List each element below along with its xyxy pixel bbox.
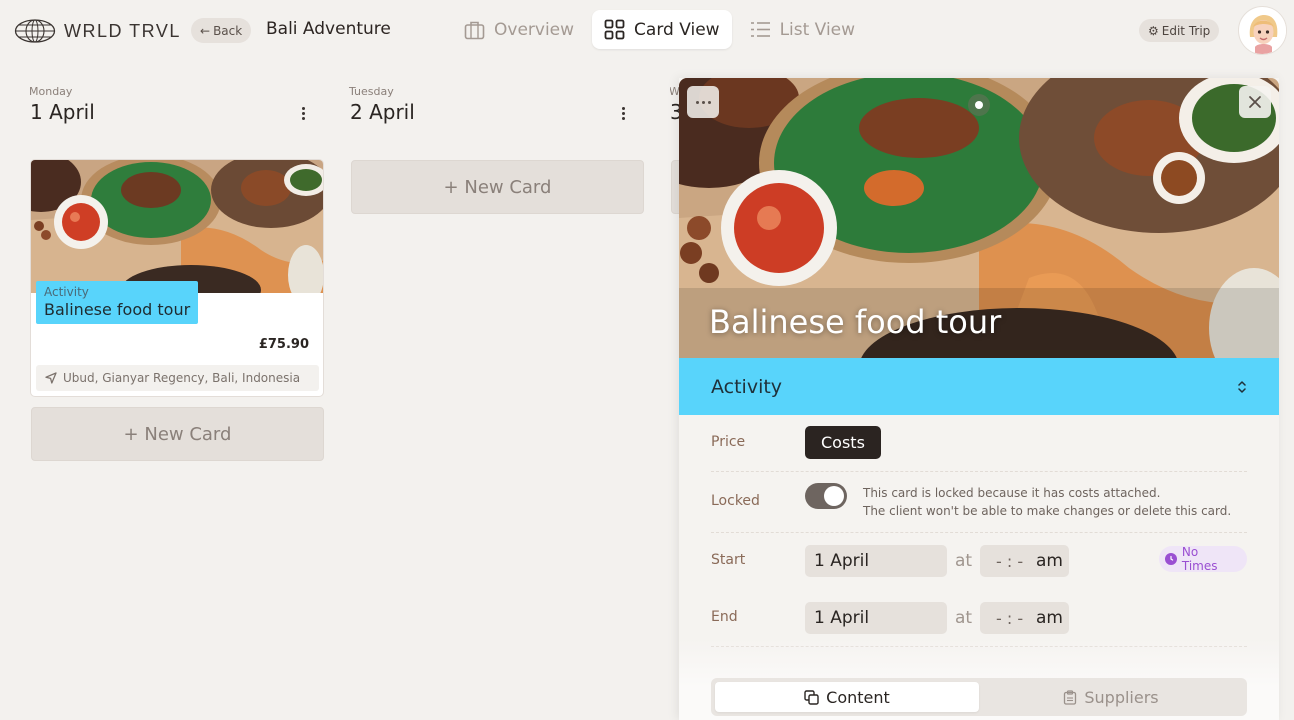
new-card-button-tuesday[interactable]: + New Card xyxy=(351,160,644,214)
day-date: 1 April xyxy=(30,100,95,124)
lock-note-line-1: This card is locked because it has costs… xyxy=(863,486,1161,500)
card-location: Ubud, Gianyar Regency, Bali, Indonesia xyxy=(36,365,319,391)
start-row: Start 1 April at - : - am No Times xyxy=(711,533,1247,590)
card-tag: Activity Balinese food tour xyxy=(36,281,199,324)
card-type-select[interactable]: Activity xyxy=(679,358,1279,415)
at-label: at xyxy=(955,551,973,571)
close-button[interactable] xyxy=(1239,86,1271,118)
edit-trip-button[interactable]: ⚙ Edit Trip xyxy=(1139,19,1220,42)
content-icon xyxy=(804,689,819,705)
top-bar: WRLD TRVL ← Back Bali Adventure Overview… xyxy=(0,0,1294,62)
grid-icon xyxy=(604,19,625,40)
day-weekday: Tuesday xyxy=(349,85,394,98)
day-menu-button[interactable] xyxy=(292,102,314,124)
day-column-monday: Monday 1 April xyxy=(29,85,324,124)
tab-card-view-label: Card View xyxy=(634,19,720,40)
arrow-left-icon: ← xyxy=(200,23,211,38)
tab-list-view-label: List View xyxy=(779,19,856,40)
locked-toggle[interactable] xyxy=(805,483,847,509)
day-column-tuesday: Tuesday 2 April xyxy=(349,85,644,124)
end-date-input[interactable]: 1 April xyxy=(805,602,947,634)
location-arrow-icon xyxy=(45,372,57,384)
start-time-input[interactable]: - : - am xyxy=(980,545,1069,577)
price-row: Price Costs xyxy=(711,415,1247,472)
start-time-value: - : - xyxy=(996,551,1024,571)
back-button[interactable]: ← Back xyxy=(191,18,252,43)
globe-icon xyxy=(14,19,56,43)
end-time-input[interactable]: - : - am xyxy=(980,602,1069,634)
avatar-image xyxy=(1239,7,1286,54)
at-label: at xyxy=(955,608,973,628)
tab-overview[interactable]: Overview xyxy=(452,10,586,49)
day-date: 2 April xyxy=(350,100,415,124)
end-label: End xyxy=(711,609,738,625)
clock-icon xyxy=(1165,553,1177,565)
trip-title: Bali Adventure xyxy=(266,19,391,39)
gear-icon: ⚙ xyxy=(1148,23,1159,38)
food-photo xyxy=(31,160,323,293)
clipboard-icon xyxy=(1064,689,1077,705)
lock-note-line-2: The client won't be able to make changes… xyxy=(863,504,1232,518)
day-menu-button[interactable] xyxy=(612,102,634,124)
start-ampm: am xyxy=(1036,551,1063,571)
price-label: Price xyxy=(711,434,746,450)
start-label: Start xyxy=(711,552,746,568)
start-date-input[interactable]: 1 April xyxy=(805,545,947,577)
avatar[interactable] xyxy=(1238,6,1287,55)
card-type-value: Activity xyxy=(711,375,783,398)
card-price: £75.90 xyxy=(258,337,309,352)
locked-row: Locked This card is locked because it ha… xyxy=(711,472,1247,533)
activity-card[interactable]: Activity Balinese food tour £75.90 Ubud,… xyxy=(30,159,324,397)
view-tabs: Overview Card View List View xyxy=(452,10,867,49)
logo[interactable]: WRLD TRVL xyxy=(14,18,181,44)
card-title: Balinese food tour xyxy=(44,300,191,319)
day-weekday: Monday xyxy=(29,85,73,98)
chevron-updown-icon xyxy=(1238,380,1246,393)
costs-button[interactable]: Costs xyxy=(805,426,881,459)
tab-suppliers-label: Suppliers xyxy=(1084,687,1159,707)
content-tabs: Content Suppliers xyxy=(711,678,1247,716)
card-detail-panel: Balinese food tour Activity Price Costs … xyxy=(679,78,1279,720)
locked-label: Locked xyxy=(711,493,760,509)
no-times-label: No Times xyxy=(1181,545,1218,573)
edit-trip-label: Edit Trip xyxy=(1161,23,1211,38)
photo-indicator[interactable] xyxy=(968,94,990,116)
lock-note: This card is locked because it has costs… xyxy=(863,484,1231,520)
tab-card-view[interactable]: Card View xyxy=(592,10,732,49)
tab-content[interactable]: Content xyxy=(715,682,979,712)
brand-name: WRLD TRVL xyxy=(64,20,181,41)
close-icon xyxy=(1249,96,1261,108)
briefcase-icon xyxy=(464,21,485,39)
list-icon xyxy=(750,22,770,37)
no-times-badge[interactable]: No Times xyxy=(1159,545,1247,573)
tab-list-view[interactable]: List View xyxy=(738,10,867,49)
panel-more-button[interactable] xyxy=(687,86,719,118)
card-type: Activity xyxy=(44,285,89,299)
new-card-button-monday[interactable]: + New Card xyxy=(31,407,324,461)
panel-title: Balinese food tour xyxy=(709,303,1002,341)
tab-overview-label: Overview xyxy=(494,19,575,40)
end-ampm: am xyxy=(1036,608,1063,628)
tab-suppliers[interactable]: Suppliers xyxy=(979,682,1243,712)
end-time-value: - : - xyxy=(996,608,1024,628)
card-location-text: Ubud, Gianyar Regency, Bali, Indonesia xyxy=(63,371,301,385)
back-label: Back xyxy=(213,23,243,38)
tab-content-label: Content xyxy=(826,687,890,707)
